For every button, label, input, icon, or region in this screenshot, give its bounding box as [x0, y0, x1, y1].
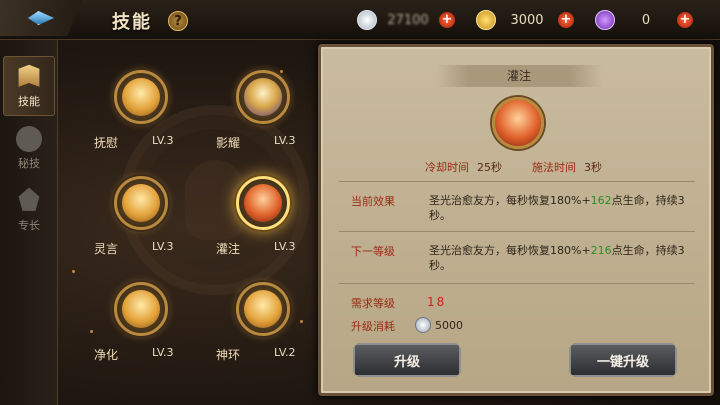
skill-slot[interactable]: 抚慰 LV.3	[94, 70, 214, 158]
skill-orb	[236, 282, 290, 336]
back-button[interactable]	[0, 0, 82, 36]
cast-time-value: 3秒	[584, 161, 602, 174]
silver-currency: 27100 +	[357, 10, 455, 30]
page-title: 技能	[112, 12, 152, 33]
emblem-icon	[16, 125, 42, 152]
skill-orb	[236, 176, 290, 230]
skill-name: 影耀	[216, 136, 241, 150]
tab-specialty[interactable]: 专长	[3, 180, 55, 240]
add-gem-button[interactable]: +	[677, 12, 693, 28]
add-silver-button[interactable]: +	[439, 12, 455, 28]
ember-particle	[72, 270, 75, 273]
effect-text: 圣光治愈友方，每秒恢复180%+	[429, 244, 591, 257]
next-level-text: 圣光治愈友方，每秒恢复180%+216点生命，持续3秒。	[429, 243, 691, 273]
skill-name: 净化	[94, 348, 119, 362]
current-effect-label: 当前效果	[351, 195, 395, 208]
infusion-skill-icon	[492, 97, 544, 149]
cooldown-value: 25秒	[477, 161, 502, 174]
current-effect-text: 圣光治愈友方，每秒恢复180%+162点生命，持续3秒。	[429, 193, 691, 223]
tab-secret-arts[interactable]: 秘技	[3, 118, 55, 178]
gold-coin-icon	[476, 10, 496, 30]
upgrade-cost-label: 升级消耗	[351, 320, 395, 333]
skill-orb	[236, 70, 290, 124]
divider	[339, 181, 695, 182]
skill-slot[interactable]: 灵言 LV.3	[94, 176, 214, 264]
detail-title: 灌注	[436, 65, 602, 87]
halo-skill-icon	[244, 290, 282, 328]
help-button[interactable]: ?	[168, 11, 188, 31]
silver-coin-icon	[357, 10, 377, 30]
skill-detail-panel: 灌注 冷却时间 25秒 施法时间 3秒 当前效果 圣光治愈友方，每秒恢复180%+1…	[318, 44, 714, 396]
shield-skill-icon	[122, 184, 160, 222]
add-gold-button[interactable]: +	[558, 12, 574, 28]
book-icon	[18, 64, 40, 87]
skill-orb	[114, 176, 168, 230]
cooldown-row: 冷却时间 25秒	[425, 159, 502, 175]
effect-number: 162	[590, 194, 612, 207]
cast-time-label: 施法时间	[532, 161, 576, 174]
skill-level: LV.3	[274, 134, 296, 147]
next-level-label: 下一等级	[351, 245, 395, 258]
upgrade-cost-value: 5000	[435, 318, 463, 332]
skill-name: 神环	[216, 348, 241, 362]
back-arrow-icon	[28, 11, 54, 25]
skill-level: LV.3	[274, 240, 296, 253]
silver-coin-icon	[415, 317, 431, 333]
effect-text: 圣光治愈友方，每秒恢复180%+	[429, 194, 591, 207]
purple-gem-icon	[595, 10, 615, 30]
crest-icon	[18, 187, 40, 211]
required-level-value: 18	[427, 295, 447, 309]
skill-level: LV.3	[152, 346, 174, 359]
tab-label: 专长	[18, 218, 40, 232]
divider	[339, 283, 695, 284]
purify-skill-icon	[122, 290, 160, 328]
gold-value: 3000	[510, 12, 544, 28]
tab-label: 秘技	[18, 156, 40, 170]
gem-currency: 0 +	[595, 10, 693, 30]
skill-name: 抚慰	[94, 136, 119, 150]
cooldown-label: 冷却时间	[425, 161, 469, 174]
gold-currency: 3000 +	[476, 10, 574, 30]
soothe-skill-icon	[122, 78, 160, 116]
skill-name: 灵言	[94, 242, 119, 256]
tab-label: 技能	[18, 94, 40, 108]
tab-skills[interactable]: 技能	[3, 56, 55, 116]
silver-value: 27100	[387, 12, 429, 28]
cast-time-row: 施法时间 3秒	[532, 159, 602, 175]
required-level-label: 需求等级	[351, 297, 395, 310]
upgrade-cost: 5000	[415, 317, 463, 333]
skill-name: 灌注	[216, 242, 241, 256]
skill-orb	[114, 70, 168, 124]
skill-orb	[114, 282, 168, 336]
upgrade-button[interactable]: 升级	[353, 343, 461, 377]
skill-level: LV.2	[274, 346, 296, 359]
effect-number: 216	[590, 244, 612, 257]
skill-slot[interactable]: 净化 LV.3	[94, 282, 214, 370]
sidebar: 技能 秘技 专长	[0, 40, 58, 405]
divider	[339, 231, 695, 232]
skill-level: LV.3	[152, 240, 174, 253]
radiance-skill-icon	[244, 78, 282, 116]
ember-particle	[90, 330, 93, 333]
infusion-skill-icon	[244, 184, 282, 222]
gem-value: 0	[641, 12, 651, 28]
skill-level: LV.3	[152, 134, 174, 147]
upgrade-all-button[interactable]: 一键升级	[569, 343, 677, 377]
top-bar: 技能 ? 27100 + 3000 + 0 +	[0, 0, 720, 40]
